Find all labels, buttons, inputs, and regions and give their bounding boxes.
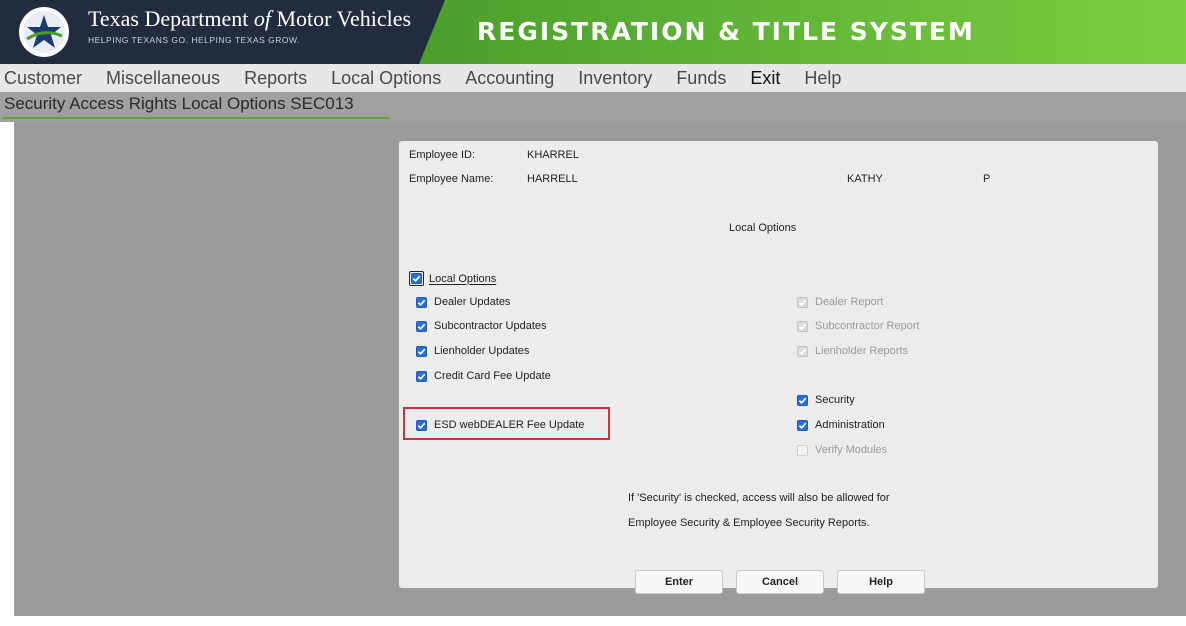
administration-checkbox[interactable]: Administration [797, 419, 885, 431]
subcontractor-updates-label: Subcontractor Updates [434, 320, 547, 332]
administration-label: Administration [815, 419, 885, 431]
check-icon [797, 320, 808, 332]
subcontractor-updates-checkbox[interactable]: Subcontractor Updates [416, 320, 547, 332]
check-icon [416, 370, 427, 382]
section-title: Local Options [729, 222, 797, 234]
local-options-label: Local Options [429, 272, 497, 285]
lienholder-reports-checkbox: Lienholder Reports [797, 345, 908, 357]
check-icon [416, 320, 427, 332]
local-options-checkbox[interactable]: Local Options [409, 271, 496, 286]
employee-id-label: Employee ID: [409, 149, 476, 161]
dealer-report-checkbox: Dealer Report [797, 296, 883, 308]
empty-checkbox-icon [797, 444, 808, 456]
credit-card-fee-update-label: Credit Card Fee Update [434, 370, 551, 382]
check-icon [416, 345, 427, 357]
check-icon [416, 296, 427, 308]
employee-id-value: KHARREL [527, 149, 579, 161]
txdmv-star-logo-icon [19, 7, 69, 57]
dealer-report-label: Dealer Report [815, 296, 884, 308]
security-label: Security [815, 394, 855, 406]
security-checkbox[interactable]: Security [797, 394, 855, 406]
security-note-line-1: If 'Security' is checked, access will al… [628, 492, 890, 504]
lienholder-updates-label: Lienholder Updates [434, 345, 530, 357]
check-icon [797, 296, 808, 308]
subcontractor-report-checkbox: Subcontractor Report [797, 320, 920, 332]
menu-miscellaneous[interactable]: Miscellaneous [94, 68, 232, 89]
subcontractor-report-label: Subcontractor Report [815, 320, 920, 332]
check-icon [797, 394, 808, 406]
dealer-updates-checkbox[interactable]: Dealer Updates [416, 296, 510, 308]
menu-inventory[interactable]: Inventory [566, 68, 664, 89]
org-name: Texas Department of Motor Vehicles [88, 6, 412, 31]
enter-button[interactable]: Enter [635, 570, 723, 594]
menu-reports[interactable]: Reports [232, 68, 319, 89]
menu-customer[interactable]: Customer [0, 68, 94, 89]
check-icon [797, 345, 808, 357]
security-note-line-2: Employee Security & Employee Security Re… [628, 517, 870, 529]
org-tagline: HELPING TEXANS GO. HELPING TEXAS GROW. [88, 35, 300, 45]
menu-accounting[interactable]: Accounting [453, 68, 566, 89]
employee-name-label: Employee Name: [409, 173, 494, 185]
credit-card-fee-update-checkbox[interactable]: Credit Card Fee Update [416, 370, 551, 382]
menu-funds[interactable]: Funds [664, 68, 738, 89]
cancel-button[interactable]: Cancel [736, 570, 824, 594]
employee-last-name: HARRELL [527, 173, 578, 185]
page-title-underline [2, 117, 390, 119]
highlight-annotation-box [403, 407, 610, 440]
check-icon [411, 273, 422, 284]
lienholder-reports-label: Lienholder Reports [815, 345, 908, 357]
menu-exit[interactable]: Exit [738, 68, 792, 89]
verify-modules-label: Verify Modules [815, 444, 888, 456]
page-title: Security Access Rights Local Options SEC… [4, 94, 354, 113]
menu-local-options[interactable]: Local Options [319, 68, 453, 89]
app-header: Texas Department of Motor Vehicles HELPI… [0, 0, 1186, 64]
page-title-bar: Security Access Rights Local Options SEC… [0, 92, 1186, 122]
main-menu-bar: Customer Miscellaneous Reports Local Opt… [0, 64, 1186, 92]
verify-modules-checkbox: Verify Modules [797, 444, 887, 456]
employee-middle-initial: P [983, 173, 991, 185]
help-button[interactable]: Help [837, 570, 925, 594]
dealer-updates-label: Dealer Updates [434, 296, 511, 308]
check-icon [797, 419, 808, 431]
employee-first-name: KATHY [847, 173, 883, 185]
system-title: REGISTRATION & TITLE SYSTEM [477, 17, 975, 46]
menu-help[interactable]: Help [792, 68, 853, 89]
lienholder-updates-checkbox[interactable]: Lienholder Updates [416, 345, 529, 357]
focus-ring [409, 271, 424, 286]
